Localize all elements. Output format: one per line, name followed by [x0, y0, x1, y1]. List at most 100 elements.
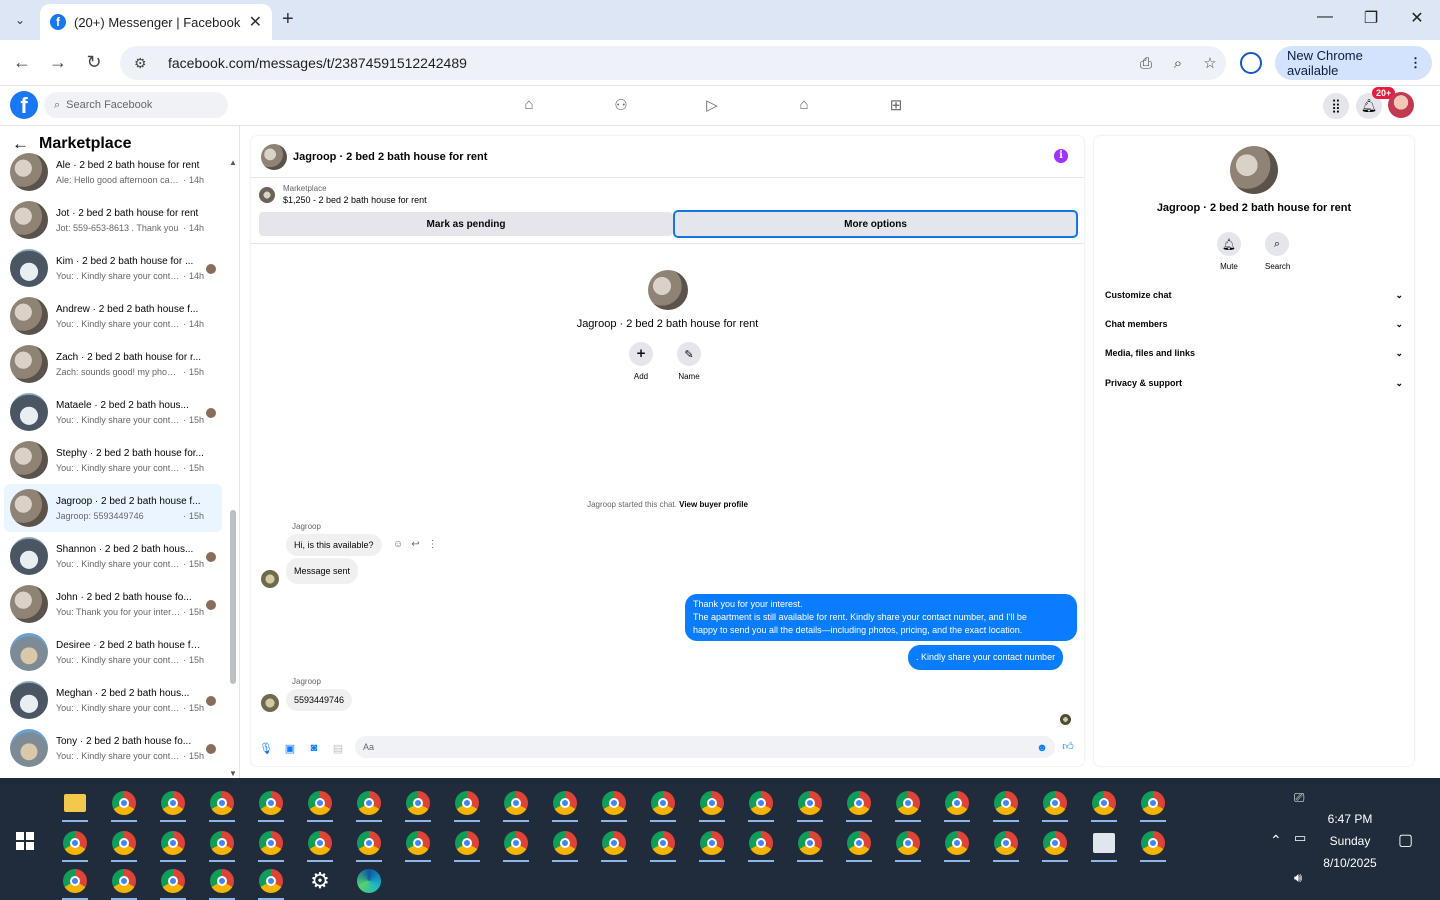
- tray-meet-icon[interactable]: ⎚: [1294, 790, 1304, 806]
- chrome-icon[interactable]: [109, 866, 139, 900]
- conversation-item[interactable]: Meghan · 2 bed 2 bath hous... You: . Kind…: [4, 676, 222, 724]
- chrome-icon[interactable]: [501, 788, 531, 822]
- restore-icon[interactable]: ❐: [1356, 8, 1386, 28]
- marketplace-icon[interactable]: ⌂: [794, 96, 814, 114]
- more-options-button[interactable]: More options: [673, 210, 1078, 238]
- message-bubble[interactable]: Hi, is this available?: [286, 534, 382, 556]
- listing-info[interactable]: Marketplace $1,250 - 2 bed 2 bath house …: [259, 184, 427, 205]
- chrome-icon[interactable]: [893, 788, 923, 822]
- search-conversation-button[interactable]: ⌕ Search: [1265, 232, 1290, 271]
- chrome-icon[interactable]: [550, 788, 580, 822]
- chrome-icon[interactable]: [207, 866, 237, 900]
- tray-volume-icon[interactable]: 🔊︎: [1294, 870, 1302, 886]
- gaming-icon[interactable]: ⊞: [886, 96, 906, 114]
- photo-icon[interactable]: ▣: [283, 742, 297, 756]
- mute-button[interactable]: 🔔︎ Mute: [1217, 232, 1241, 271]
- react-emoji-icon[interactable]: ☺: [393, 539, 403, 550]
- chrome-icon[interactable]: [501, 828, 531, 862]
- chrome-icon[interactable]: [256, 866, 286, 900]
- scroll-down-icon[interactable]: ▼: [229, 769, 237, 778]
- chrome-icon[interactable]: [599, 828, 629, 862]
- sidebar-scrollbar[interactable]: ▲ ▼: [229, 158, 237, 778]
- back-icon[interactable]: ←: [10, 52, 34, 73]
- section-media-files-links[interactable]: Media, files and links ⌄: [1105, 348, 1403, 359]
- reload-icon[interactable]: ↻: [82, 52, 106, 73]
- emoji-icon[interactable]: ☻: [1035, 742, 1049, 756]
- tab-search-chevron-icon[interactable]: ⌄: [8, 8, 32, 32]
- chrome-icon[interactable]: [1138, 788, 1168, 822]
- chrome-icon[interactable]: [158, 866, 188, 900]
- action-center-icon[interactable]: ▢: [1398, 830, 1413, 850]
- settings-gear-icon[interactable]: ⚙: [305, 866, 335, 896]
- mark-as-pending-button[interactable]: Mark as pending: [259, 212, 673, 236]
- chat-thumbnail[interactable]: [261, 143, 287, 170]
- chrome-icon[interactable]: [109, 788, 139, 822]
- forward-icon[interactable]: →: [46, 52, 70, 73]
- chrome-icon[interactable]: [1040, 828, 1070, 862]
- tab-messenger[interactable]: f (20+) Messenger | Facebook ✕: [40, 4, 272, 40]
- facebook-logo-icon[interactable]: f: [10, 91, 38, 119]
- reply-icon[interactable]: ↩: [411, 539, 419, 550]
- chrome-icon[interactable]: [991, 788, 1021, 822]
- message-input[interactable]: Aa: [355, 736, 1055, 758]
- chrome-icon[interactable]: [403, 788, 433, 822]
- chrome-icon[interactable]: [452, 828, 482, 862]
- chrome-icon[interactable]: [305, 788, 335, 822]
- conversation-item[interactable]: Mataele · 2 bed 2 bath hous... You: . Kin…: [4, 388, 222, 436]
- chrome-icon[interactable]: [648, 828, 678, 862]
- file-explorer-icon[interactable]: [60, 788, 90, 822]
- scroll-up-icon[interactable]: ▲: [229, 158, 237, 167]
- chrome-icon[interactable]: [1089, 788, 1119, 822]
- window-close-icon[interactable]: ✕: [1402, 8, 1432, 28]
- chrome-icon[interactable]: [746, 788, 776, 822]
- chrome-icon[interactable]: [746, 828, 776, 862]
- conversation-item[interactable]: Shannon · 2 bed 2 bath hous... You: . Kin…: [4, 532, 222, 580]
- omnibox[interactable]: ⚙ facebook.com/messages/t/23874591512242…: [120, 46, 1226, 80]
- chrome-icon[interactable]: [550, 828, 580, 862]
- bookmark-star-icon[interactable]: ☆: [1194, 54, 1226, 72]
- conversation-item[interactable]: Jagroop · 2 bed 2 bath house f... Jagroop…: [4, 484, 222, 532]
- message-bubble[interactable]: 5593449746: [286, 689, 353, 711]
- section-privacy-support[interactable]: Privacy & support ⌄: [1105, 378, 1403, 389]
- chrome-icon[interactable]: [256, 828, 286, 862]
- conversation-item[interactable]: Desiree · 2 bed 2 bath house fo... You: .…: [4, 628, 222, 676]
- chrome-icon[interactable]: [795, 788, 825, 822]
- chrome-icon[interactable]: [207, 788, 237, 822]
- new-chrome-button[interactable]: New Chrome available ⋮: [1275, 46, 1432, 80]
- install-app-icon[interactable]: ⎙: [1130, 55, 1162, 72]
- new-tab-icon[interactable]: +: [282, 8, 294, 31]
- conversation-item[interactable]: John · 2 bed 2 bath house fo... You: Than…: [4, 580, 222, 628]
- message-bubble[interactable]: Message sent: [286, 558, 359, 584]
- section-chat-members[interactable]: Chat members ⌄: [1105, 319, 1403, 330]
- friends-icon[interactable]: ⚇: [611, 96, 631, 114]
- url-text[interactable]: facebook.com/messages/t/2387459151224248…: [168, 55, 1130, 71]
- chrome-icon[interactable]: [1138, 828, 1168, 862]
- chrome-icon[interactable]: [403, 828, 433, 862]
- add-people-button[interactable]: ➕︎ Add: [629, 342, 653, 381]
- chrome-icon[interactable]: [648, 788, 678, 822]
- chrome-icon[interactable]: [795, 828, 825, 862]
- tray-network-icon[interactable]: ▭: [1294, 830, 1306, 846]
- conversation-item[interactable]: Tony · 2 bed 2 bath house fo... You: . Ki…: [4, 724, 222, 772]
- edge-browser-icon[interactable]: [354, 866, 384, 896]
- chrome-icon[interactable]: [305, 828, 335, 862]
- conversation-item[interactable]: Zach · 2 bed 2 bath house for r... Zach: …: [4, 340, 222, 388]
- chrome-icon[interactable]: [354, 828, 384, 862]
- chrome-icon[interactable]: [991, 828, 1021, 862]
- view-buyer-profile-link[interactable]: View buyer profile: [679, 500, 748, 509]
- gif-icon[interactable]: ▤: [331, 742, 345, 756]
- conversation-item[interactable]: Ale · 2 bed 2 bath house for rent Ale: He…: [4, 148, 222, 196]
- chrome-icon[interactable]: [452, 788, 482, 822]
- chrome-icon[interactable]: [207, 828, 237, 862]
- conversation-item[interactable]: Kim · 2 bed 2 bath house for ... You: . K…: [4, 244, 222, 292]
- scrollbar-thumb[interactable]: [230, 510, 236, 684]
- windows-start-icon[interactable]: [16, 832, 34, 850]
- microphone-icon[interactable]: 🎙︎: [259, 742, 273, 756]
- tray-chevron-up-icon[interactable]: ⌃: [1270, 832, 1282, 849]
- name-chat-button[interactable]: ✎ Name: [677, 342, 701, 381]
- info-icon[interactable]: i: [1054, 149, 1068, 163]
- taskbar-clock[interactable]: 6:47 PM Sunday 8/10/2025: [1310, 808, 1390, 874]
- chrome-icon[interactable]: [158, 828, 188, 862]
- app-window-icon[interactable]: [1089, 828, 1119, 862]
- chrome-icon[interactable]: [354, 788, 384, 822]
